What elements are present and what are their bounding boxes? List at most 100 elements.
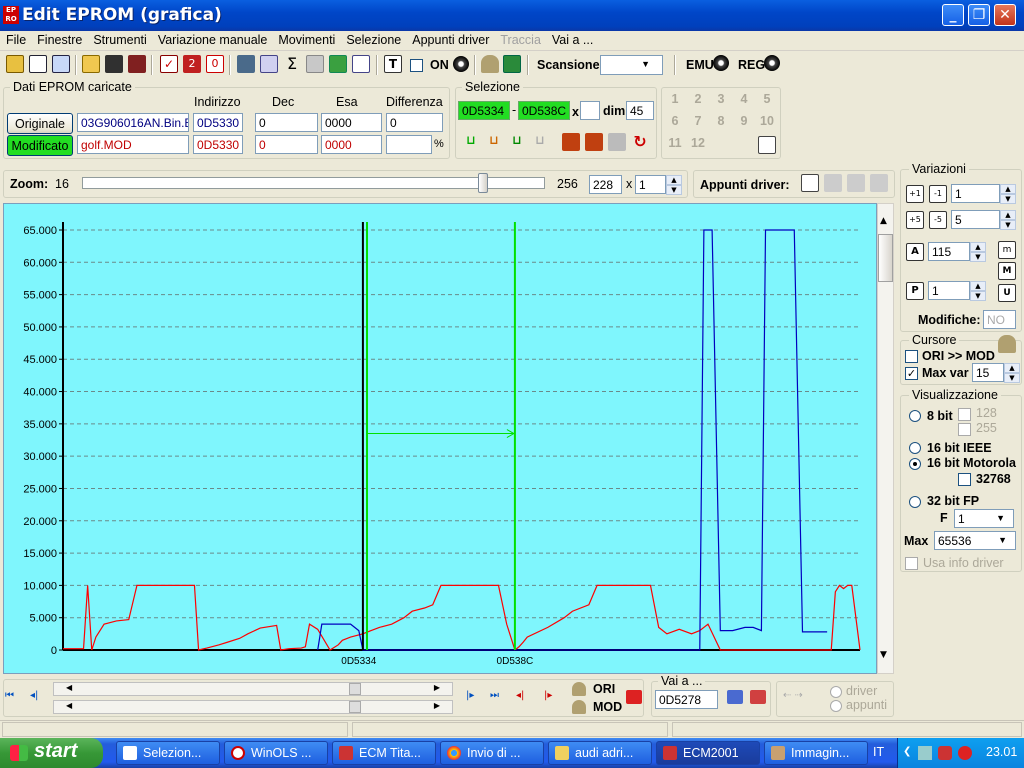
prev-icon[interactable]: ◂| [30, 690, 38, 701]
on-checkbox[interactable] [410, 59, 423, 72]
eprom-graph[interactable]: 0 5.000 10.000 15.000 20.000 25.000 30.000 35.0… [4, 204, 878, 675]
modificato-dec-field[interactable]: 0 [255, 135, 318, 154]
original-scrollbar[interactable]: ◀ ▶ [53, 682, 453, 696]
p-value-field[interactable]: 1 [928, 281, 970, 300]
scroll-right-icon[interactable]: ▶ [434, 683, 440, 692]
numpad-3[interactable]: 3 [711, 92, 731, 110]
ori-lock-icon[interactable] [572, 682, 586, 696]
step2-spin-up[interactable]: ▲ [1000, 210, 1016, 220]
modificato-file-field[interactable]: golf.MOD [77, 135, 189, 154]
home-icon[interactable] [6, 55, 24, 73]
ori-label[interactable]: ORI [593, 682, 615, 696]
a-spin-up[interactable]: ▲ [970, 242, 986, 252]
numpad-4[interactable]: 4 [734, 92, 754, 110]
numpad-10[interactable]: 10 [757, 114, 777, 132]
radio-16bit-motorola[interactable] [909, 458, 921, 470]
ori-mod-checkbox[interactable] [905, 350, 918, 363]
first-icon[interactable]: ⏮ [5, 690, 14, 701]
scroll-thumb[interactable] [349, 701, 361, 713]
antivirus-icon[interactable] [958, 746, 972, 760]
max-var-spin-up[interactable]: ▲ [1004, 363, 1020, 373]
selezione-start-field[interactable]: 0D5334 [458, 101, 510, 120]
copy-icon[interactable] [562, 133, 580, 151]
step1-spin-down[interactable]: ▼ [1000, 194, 1016, 204]
prev-diff-icon[interactable]: ◂| [516, 690, 524, 701]
numpad-9[interactable]: 9 [734, 114, 754, 132]
emu-indicator-icon[interactable] [713, 55, 729, 71]
tray-expand-icon[interactable]: ❮ [903, 746, 911, 757]
originale-file-field[interactable]: 03G906016AN.Bin.Bin [77, 113, 189, 132]
task-winols[interactable]: WinOLS ... [224, 741, 328, 765]
print-icon[interactable] [306, 55, 324, 73]
radio-32bit-fp[interactable] [909, 496, 921, 508]
scansione-select[interactable]: ▼ [600, 55, 663, 75]
zero-icon[interactable]: 0 [206, 55, 224, 73]
checklist-icon[interactable]: ✓ [160, 55, 178, 73]
calculator-icon[interactable] [237, 55, 255, 73]
sum-icon[interactable]: Σ [283, 55, 301, 73]
text-tool-icon[interactable]: T [384, 55, 402, 73]
modificato-esa-field[interactable]: 0000 [321, 135, 382, 154]
m-lower-button[interactable]: m [998, 241, 1016, 259]
mod-lock-icon[interactable] [572, 700, 586, 714]
menu-vai-a[interactable]: Vai a ... [546, 31, 598, 47]
start-button[interactable]: start [0, 738, 103, 768]
originale-indirizzo-field[interactable]: 0D5330 [193, 113, 243, 132]
shapes-icon[interactable] [329, 55, 347, 73]
minus-five-icon[interactable]: -5 [929, 211, 947, 229]
scroll-down-icon[interactable]: ▼ [880, 650, 887, 660]
checkbox-32768[interactable] [958, 473, 971, 486]
vai-a-field[interactable]: 0D5278 [655, 690, 718, 709]
open-folder-icon[interactable] [82, 55, 100, 73]
security-icon[interactable] [938, 746, 952, 760]
lock-icon[interactable] [481, 55, 499, 73]
select-left-icon[interactable]: ⊔ [462, 133, 480, 151]
paste-icon[interactable] [585, 133, 603, 151]
last-icon[interactable]: ⏭ [490, 690, 499, 701]
dim-field[interactable]: 45 [626, 101, 654, 120]
numpad-12[interactable]: 12 [688, 136, 708, 154]
goto-original-icon[interactable] [727, 690, 743, 704]
next-icon[interactable]: |▸ [466, 690, 474, 701]
modificato-button[interactable]: Modificato [7, 135, 73, 156]
reg-indicator-icon[interactable] [764, 55, 780, 71]
save-icon[interactable] [105, 55, 123, 73]
step1-field[interactable]: 1 [951, 184, 1000, 203]
task-invio[interactable]: Invio di ... [440, 741, 544, 765]
minus-one-icon[interactable]: -1 [929, 185, 947, 203]
p-spin-down[interactable]: ▼ [970, 291, 986, 301]
absolute-value-icon[interactable]: A [906, 243, 924, 261]
windows-icon[interactable] [29, 55, 47, 73]
step2-spin-down[interactable]: ▼ [1000, 220, 1016, 230]
radio-8bit[interactable] [909, 410, 921, 422]
language-indicator[interactable]: IT [873, 745, 884, 759]
selezione-end-field[interactable]: 0D538C [518, 101, 570, 120]
menu-finestre[interactable]: Finestre [31, 31, 87, 47]
zoom-multiplier-field[interactable]: 1 [635, 175, 666, 194]
numpad-6[interactable]: 6 [665, 114, 685, 132]
zoom-slider-thumb[interactable] [478, 173, 489, 193]
title-bar[interactable]: EP RO Edit EPROM (grafica) _ ❐ ✕ [0, 0, 1024, 31]
p-spin-up[interactable]: ▲ [970, 281, 986, 291]
numpad-7[interactable]: 7 [688, 114, 708, 132]
scroll-up-icon[interactable]: ▲ [880, 216, 887, 226]
max-select[interactable]: 65536 ▼ [934, 531, 1016, 550]
scroll-thumb[interactable] [349, 683, 361, 695]
numpad-5[interactable]: 5 [757, 92, 777, 110]
clipboard-icon[interactable] [758, 136, 776, 154]
originale-button[interactable]: Originale [7, 113, 73, 134]
originale-dec-field[interactable]: 0 [255, 113, 318, 132]
u-button[interactable]: U [998, 284, 1016, 302]
plus-five-icon[interactable]: +5 [906, 211, 924, 229]
network-icon[interactable] [918, 746, 932, 760]
max-var-field[interactable]: 15 [972, 363, 1004, 382]
scroll-right-icon[interactable]: ▶ [434, 701, 440, 710]
next-diff-icon[interactable]: |▸ [544, 690, 552, 701]
task-ecm-tita[interactable]: ECM Tita... [332, 741, 436, 765]
numpad-2[interactable]: 2 [688, 92, 708, 110]
numpad-11[interactable]: 11 [665, 136, 685, 154]
close-button[interactable]: ✕ [994, 4, 1016, 26]
zoom-slider-track[interactable] [82, 177, 545, 189]
modified-scrollbar[interactable]: ◀ ▶ [53, 700, 453, 714]
graph-panel[interactable]: 0 5.000 10.000 15.000 20.000 25.000 30.000 35.0… [3, 203, 877, 674]
